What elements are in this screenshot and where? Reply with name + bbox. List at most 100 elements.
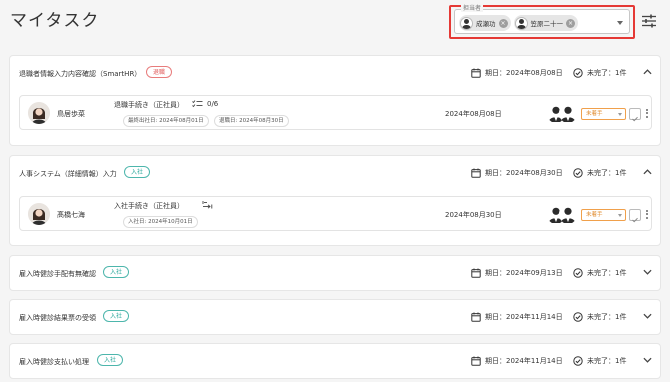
- complete-check-button[interactable]: [629, 108, 641, 122]
- chevron-down-icon[interactable]: [643, 357, 652, 363]
- procedure-name: 入社手続き（正社員）: [114, 202, 184, 210]
- check-icon: [632, 116, 638, 122]
- due-date: 期日：2024年11月14日: [471, 312, 563, 322]
- due-date-text: 期日：2024年09月13日: [485, 269, 563, 277]
- remove-chip-icon[interactable]: ×: [566, 18, 575, 28]
- category-tag: 入社: [103, 266, 130, 278]
- assignee-avatars: [547, 204, 577, 224]
- incomplete-count: 未完了：1件: [573, 268, 626, 278]
- progress: 0/6: [192, 100, 218, 108]
- status-select-value: 未着手: [586, 212, 603, 218]
- checklist-icon: [192, 100, 203, 108]
- calendar-icon: [471, 268, 481, 278]
- task-group-header[interactable]: 退職者情報入力内容確認（SmartHR） 退職 期日：2024年08月08日 未…: [10, 56, 660, 92]
- incomplete-count: 未完了：1件: [573, 312, 626, 322]
- task-group-section[interactable]: 雇入時健診手配有無確認 入社 期日：2024年09月13日 未完了：1件: [9, 255, 661, 291]
- incomplete-count: 未完了：1件: [573, 356, 626, 366]
- task-date: 2024年08月08日: [445, 110, 502, 118]
- chevron-down-icon[interactable]: [643, 313, 652, 319]
- status-select-value: 未着手: [586, 111, 603, 117]
- check-icon: [632, 217, 638, 223]
- incomplete-count-text: 未完了：1件: [587, 357, 627, 365]
- due-date-text: 期日：2024年08月08日: [485, 69, 563, 77]
- chevron-up-icon[interactable]: [643, 69, 652, 75]
- check-circle-icon: [573, 268, 583, 278]
- calendar-icon: [471, 68, 481, 78]
- calendar-icon: [471, 168, 481, 178]
- task-card[interactable]: 髙橋七海 入社手続き（正社員） 入社日: 2024年10月01日 2024年08…: [19, 196, 652, 231]
- incomplete-count: 未完了：1件: [573, 168, 626, 178]
- task-group-title: 雇入時健診結果票の受領: [19, 314, 96, 322]
- assignee-chip-label: 笠原二十一: [530, 20, 564, 28]
- chevron-down-icon: [618, 214, 622, 217]
- category-tag: 入社: [97, 354, 124, 366]
- assignee-chip[interactable]: 笠原二十一 ×: [513, 15, 578, 31]
- remove-chip-icon[interactable]: ×: [498, 18, 508, 28]
- due-date-text: 期日：2024年08月30日: [485, 169, 563, 177]
- avatar: [514, 16, 528, 30]
- avatar: [559, 204, 577, 224]
- more-menu-icon[interactable]: [644, 208, 650, 222]
- due-date-text: 期日：2024年11月14日: [485, 313, 563, 321]
- check-circle-icon: [573, 168, 583, 178]
- category-tag: 入社: [124, 166, 151, 178]
- avatar: [559, 103, 577, 123]
- incomplete-count: 未完了：1件: [573, 68, 626, 78]
- status-select[interactable]: 未着手: [581, 209, 626, 221]
- task-group-section[interactable]: 雇入時健診結果票の受領 入社 期日：2024年11月14日 未完了：1件: [9, 299, 661, 335]
- person-name: 髙橋七海: [57, 211, 85, 219]
- task-group-title: 人事システム（詳細情報）入力: [19, 170, 117, 178]
- incomplete-count-text: 未完了：1件: [587, 69, 627, 77]
- status-select[interactable]: 未着手: [581, 108, 626, 120]
- more-menu-icon[interactable]: [644, 107, 650, 121]
- procedure-name: 退職手続き（正社員）: [114, 101, 184, 109]
- task-group-header[interactable]: 雇入時健診支払い処理 入社 期日：2024年11月14日 未完了：1件: [10, 344, 660, 380]
- due-date-text: 期日：2024年11月14日: [485, 357, 563, 365]
- progress-text: 0/6: [207, 100, 219, 108]
- date-pill: 退職日: 2024年08月30日: [214, 115, 289, 127]
- check-circle-icon: [573, 68, 583, 78]
- assignee-filter[interactable]: 担当者 成瀬功 × 笠原二十一 ×: [449, 3, 635, 39]
- incomplete-count-text: 未完了：1件: [587, 313, 627, 321]
- calendar-icon: [471, 312, 481, 322]
- due-date: 期日：2024年09月13日: [471, 268, 563, 278]
- person-name: 鳥居歩菜: [57, 110, 85, 118]
- task-group-section: 人事システム（詳細情報）入力 入社 期日：2024年08月30日 未完了：1件 …: [9, 155, 661, 246]
- date-pill: 入社日: 2024年10月01日: [123, 216, 198, 228]
- filter-settings-icon[interactable]: [641, 13, 657, 29]
- incomplete-count-text: 未完了：1件: [587, 169, 627, 177]
- avatar: [460, 16, 473, 30]
- task-group-header[interactable]: 雇入時健診結果票の受領 入社 期日：2024年11月14日 未完了：1件: [10, 300, 660, 336]
- date-pill: 最終出社日: 2024年08月01日: [123, 115, 209, 127]
- task-group-header[interactable]: 雇入時健診手配有無確認 入社 期日：2024年09月13日 未完了：1件: [10, 256, 660, 292]
- skip-to-end-icon: [202, 201, 213, 209]
- chevron-down-icon[interactable]: [643, 269, 652, 275]
- category-tag: 退職: [146, 66, 173, 78]
- chevron-down-icon: [618, 113, 622, 116]
- calendar-icon: [471, 356, 481, 366]
- category-tag: 入社: [103, 310, 130, 322]
- avatar: [28, 203, 50, 225]
- due-date: 期日：2024年08月30日: [471, 168, 563, 178]
- task-group-title: 退職者情報入力内容確認（SmartHR）: [19, 70, 142, 78]
- task-card[interactable]: 鳥居歩菜 退職手続き（正社員） 0/6 最終出社日: 2024年08月01日 退…: [19, 95, 652, 130]
- dropdown-arrow-icon[interactable]: [617, 21, 623, 25]
- due-date: 期日：2024年08月08日: [471, 68, 563, 78]
- task-date: 2024年08月30日: [445, 211, 502, 219]
- complete-check-button[interactable]: [629, 209, 641, 223]
- task-group-section[interactable]: 雇入時健診支払い処理 入社 期日：2024年11月14日 未完了：1件: [9, 343, 661, 379]
- assignee-chip-label: 成瀬功: [476, 20, 496, 28]
- assignee-avatars: [547, 103, 577, 123]
- incomplete-count-text: 未完了：1件: [587, 269, 627, 277]
- page-title: マイタスク: [10, 11, 100, 31]
- check-circle-icon: [573, 356, 583, 366]
- check-circle-icon: [573, 312, 583, 322]
- assignee-filter-label: 担当者: [461, 3, 484, 12]
- due-date: 期日：2024年11月14日: [471, 356, 563, 366]
- assignee-chip[interactable]: 成瀬功 ×: [459, 15, 511, 31]
- task-group-header[interactable]: 人事システム（詳細情報）入力 入社 期日：2024年08月30日 未完了：1件: [10, 156, 660, 192]
- task-group-title: 雇入時健診支払い処理: [19, 358, 89, 366]
- chevron-up-icon[interactable]: [643, 169, 652, 175]
- task-group-section: 退職者情報入力内容確認（SmartHR） 退職 期日：2024年08月08日 未…: [9, 55, 661, 146]
- task-group-title: 雇入時健診手配有無確認: [19, 270, 96, 278]
